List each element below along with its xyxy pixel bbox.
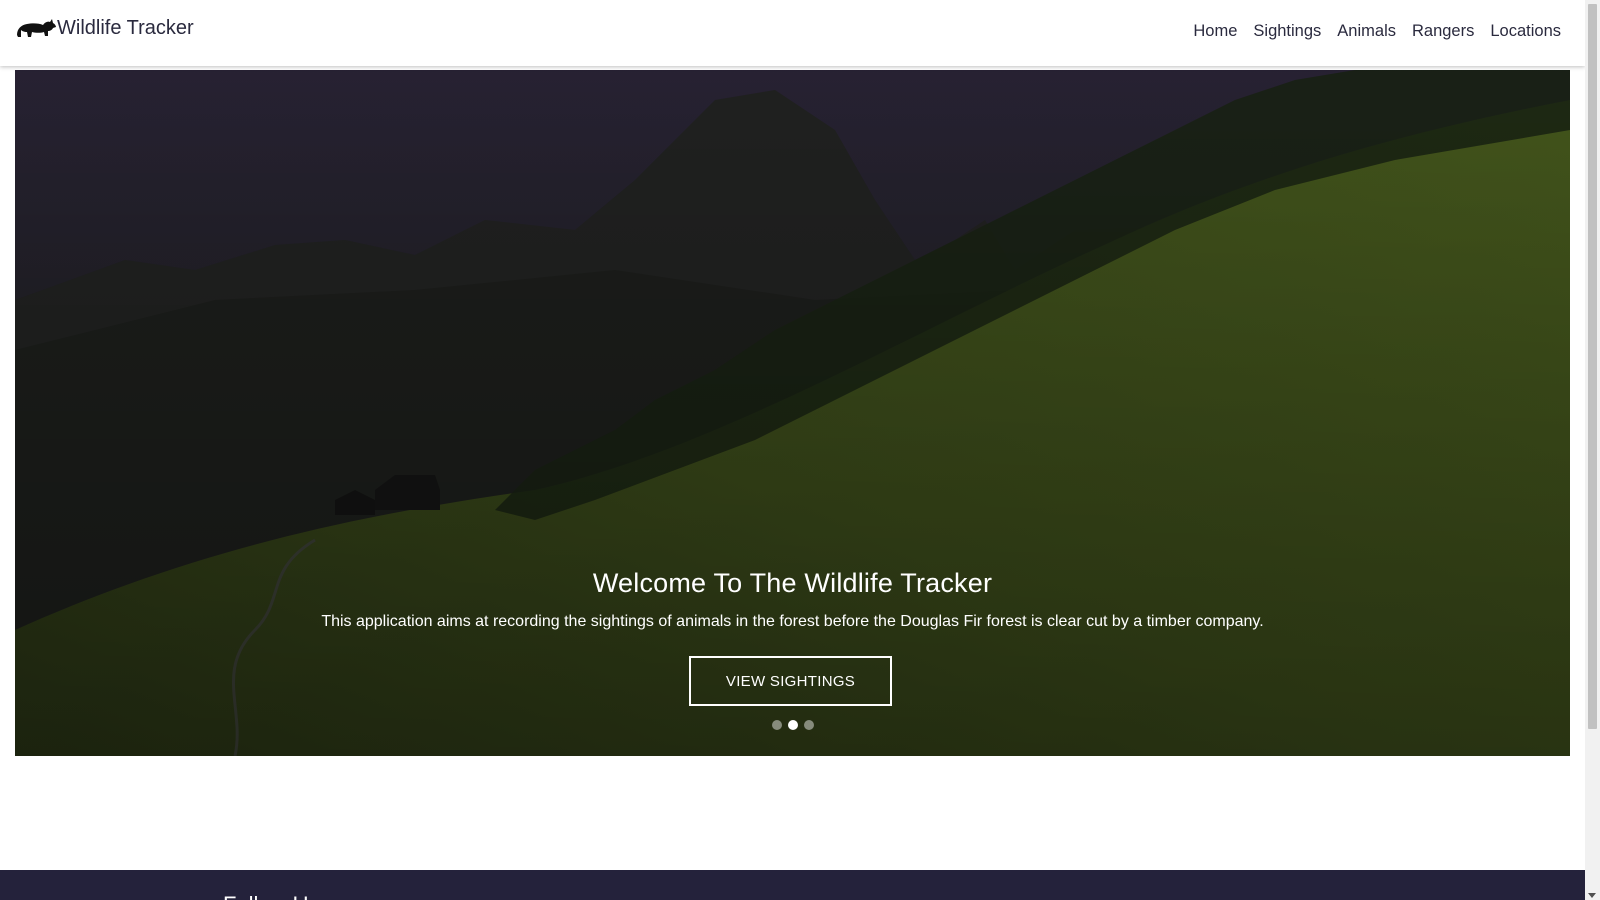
carousel-indicator-1[interactable] <box>771 720 782 730</box>
carousel-indicators <box>15 720 1570 730</box>
brand-title: Wildlife Tracker <box>57 16 194 39</box>
hero-background-image <box>15 70 1570 756</box>
hero-carousel: Welcome To The Wildlife Tracker This app… <box>15 70 1570 756</box>
site-footer: Follow Us <box>0 870 1585 900</box>
page-scrollbar[interactable] <box>1585 0 1600 900</box>
footer-follow-title: Follow Us <box>223 892 320 900</box>
nav-link-sightings[interactable]: Sightings <box>1253 22 1321 41</box>
top-navbar: Wildlife Tracker Home Sightings Animals … <box>0 0 1585 66</box>
brand-link[interactable]: Wildlife Tracker <box>15 16 194 42</box>
rhino-icon <box>17 19 56 37</box>
nav-menu: Home Sightings Animals Rangers Locations <box>1177 22 1561 41</box>
scrollbar-thumb[interactable] <box>1588 4 1597 729</box>
carousel-indicator-2[interactable] <box>787 720 798 730</box>
carousel-indicator-3[interactable] <box>803 720 814 730</box>
hero-title: Welcome To The Wildlife Tracker <box>592 568 993 598</box>
hero-description: This application aims at recording the s… <box>321 613 1264 630</box>
nav-link-rangers[interactable]: Rangers <box>1412 22 1474 41</box>
nav-link-animals[interactable]: Animals <box>1337 22 1396 41</box>
nav-link-locations[interactable]: Locations <box>1490 22 1561 41</box>
nav-link-home[interactable]: Home <box>1193 22 1237 41</box>
scroll-down-arrow-icon[interactable] <box>1588 893 1596 898</box>
view-sightings-button[interactable]: VIEW SIGHTINGS <box>689 656 892 706</box>
